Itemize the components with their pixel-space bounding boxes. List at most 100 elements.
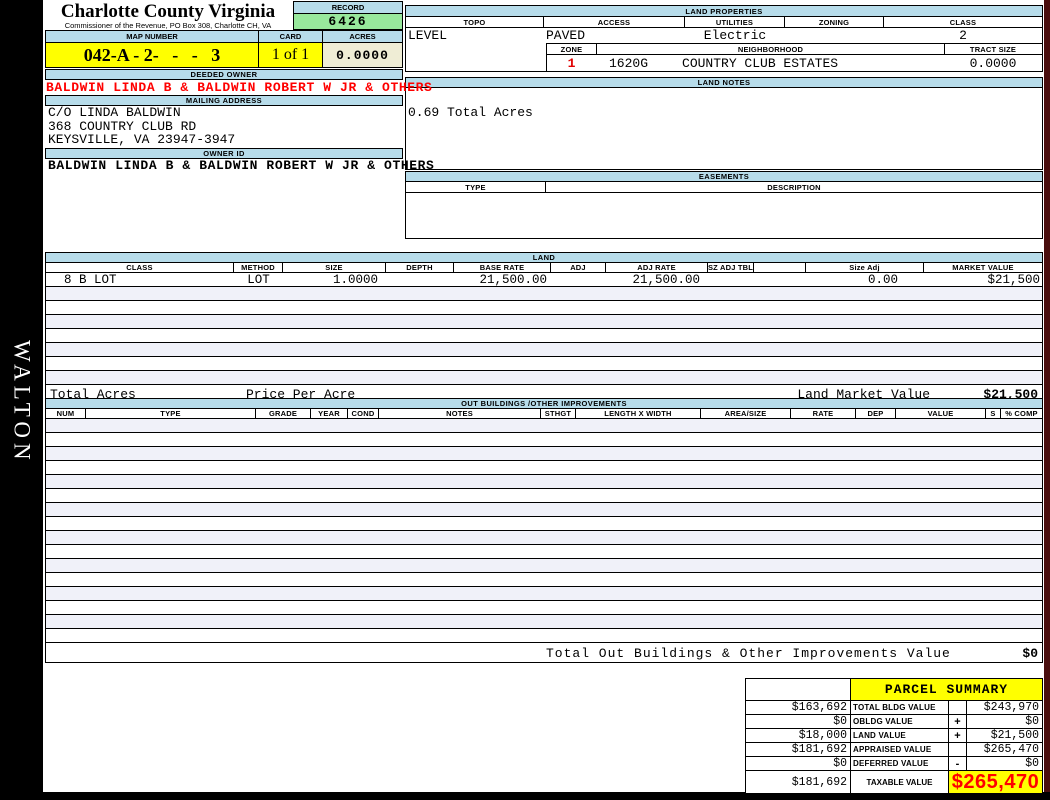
outb-col-notes: NOTES — [379, 409, 541, 418]
land-method-value: LOT — [247, 273, 270, 287]
label-appraised: APPRAISED VALUE — [851, 743, 949, 757]
outb-col-rate: RATE — [791, 409, 856, 418]
summary-row-total-bldg: $163,692 TOTAL BLDG VALUE $243,970 — [746, 701, 1042, 715]
value-total-bldg: $243,970 — [967, 701, 1042, 715]
land-section: LAND CLASS METHOD SIZE DEPTH BASE RATE A… — [45, 252, 1043, 404]
land-col-sz-adj-tbl: SZ ADJ TBL — [708, 263, 754, 272]
land-col-method: METHOD — [234, 263, 283, 272]
land-notes-section: LAND NOTES 0.69 Total Acres — [405, 77, 1043, 170]
label-deferred: DEFERRED VALUE — [851, 757, 949, 771]
land-col-size: SIZE — [283, 263, 386, 272]
col-class: CLASS — [949, 17, 977, 27]
owner-id-value: BALDWIN LINDA B & BALDWIN ROBERT W JR & … — [48, 158, 435, 173]
col-topo: TOPO — [406, 17, 544, 27]
outb-empty-rows — [46, 419, 1042, 643]
class-value: 2 — [959, 28, 967, 43]
empty-row — [46, 343, 1042, 357]
land-col-adj: ADJ — [551, 263, 606, 272]
prior-appraised: $181,692 — [746, 743, 851, 757]
outb-col-cond: COND — [348, 409, 379, 418]
outb-col-length-width: LENGTH X WIDTH — [576, 409, 701, 418]
land-col-market-value: MARKET VALUE — [952, 263, 1014, 272]
mailing-address-value: C/O LINDA BALDWIN 368 COUNTRY CLUB RD KE… — [48, 106, 235, 147]
easements-empty-box — [405, 193, 1043, 239]
land-notes-box: 0.69 Total Acres — [405, 88, 1043, 170]
empty-row — [46, 601, 1042, 615]
col-access: ACCESS — [544, 17, 685, 27]
outb-col-dep: DEP — [856, 409, 896, 418]
empty-row — [46, 433, 1042, 447]
zone-value: 1 — [567, 55, 576, 71]
outb-total-label: Total Out Buildings & Other Improvements… — [546, 646, 951, 661]
value-appraised: $265,470 — [967, 743, 1042, 757]
tract-size-label: TRACT SIZE — [969, 44, 1017, 54]
address-line-1: C/O LINDA BALDWIN — [48, 105, 181, 120]
prior-land: $18,000 — [746, 729, 851, 743]
label-total-bldg: TOTAL BLDG VALUE — [851, 701, 949, 715]
land-adj-value — [551, 273, 606, 287]
op-appraised — [949, 743, 967, 757]
empty-row — [46, 503, 1042, 517]
record-box: RECORD 6426 — [293, 1, 403, 30]
land-size-adj-value: 0.00 — [867, 273, 898, 287]
label-land: LAND VALUE — [851, 729, 949, 743]
commissioner-line: Commissioner of the Revenue, PO Box 308,… — [64, 21, 272, 30]
empty-row — [46, 531, 1042, 545]
acres-label: ACRES — [323, 31, 402, 43]
neighborhood-label: NEIGHBORHOOD — [597, 44, 945, 54]
empty-row — [46, 419, 1042, 433]
deeded-owner-header: DEEDED OWNER — [45, 69, 403, 80]
county-title: Charlotte County Virginia — [60, 1, 276, 22]
map-number-value: 042-A - 2- - - 3 — [46, 43, 259, 67]
empty-row — [46, 629, 1042, 643]
land-market-value: $21,500 — [987, 273, 1040, 287]
outb-col-sthgt: STHGT — [541, 409, 576, 418]
summary-row-appraised: $181,692 APPRAISED VALUE $265,470 — [746, 743, 1042, 757]
op-deferred: - — [949, 757, 967, 771]
utilities-value: Electric — [703, 28, 767, 43]
address-line-3: KEYSVILLE, VA 23947-3947 — [48, 132, 236, 147]
easement-type-label: TYPE — [406, 182, 546, 192]
label-taxable: TAXABLE VALUE — [851, 771, 949, 793]
map-number-label: MAP NUMBER — [46, 31, 259, 43]
summary-row-deferred: $0 DEFERRED VALUE - $0 — [746, 757, 1042, 771]
land-col-base-rate: BASE RATE — [454, 263, 551, 272]
vertical-watermark-walton: WALTON — [9, 340, 35, 465]
out-buildings-section: OUT BUILDINGS /OTHER IMPROVEMENTS NUM TY… — [45, 398, 1043, 663]
land-empty-rows — [46, 287, 1042, 385]
county-header: Charlotte County Virginia Commissioner o… — [45, 1, 291, 30]
map-number-table: MAP NUMBER CARD ACRES 042-A - 2- - - 3 1… — [45, 30, 403, 68]
zoning-value — [785, 28, 884, 43]
summary-blank-cell — [746, 679, 851, 701]
topo-value: LEVEL — [408, 28, 448, 43]
land-notes-text: 0.69 Total Acres — [408, 105, 533, 120]
land-class-value: 8 B LOT — [64, 273, 117, 287]
prior-total-bldg: $163,692 — [746, 701, 851, 715]
zone-neighborhood-table: ZONE NEIGHBORHOOD TRACT SIZE 1 1620G COU… — [546, 43, 1042, 71]
empty-row — [46, 315, 1042, 329]
op-land: + — [949, 729, 967, 743]
land-col-size-adj: Size Adj — [806, 263, 924, 272]
empty-row — [46, 357, 1042, 371]
tract-size-value: 0.0000 — [969, 55, 1017, 71]
land-col-blank — [754, 263, 806, 272]
parcel-summary-title: PARCEL SUMMARY — [851, 679, 1042, 701]
land-data-row: 8 B LOT LOT 1.0000 21,500.00 21,500.00 0… — [46, 273, 1042, 287]
parcel-summary: PARCEL SUMMARY $163,692 TOTAL BLDG VALUE… — [745, 678, 1043, 794]
empty-row — [46, 573, 1042, 587]
empty-row — [46, 615, 1042, 629]
value-taxable: $265,470 — [949, 771, 1042, 793]
col-utilities: UTILITIES — [685, 17, 785, 27]
neighborhood-value: 1620G COUNTRY CLUB ESTATES — [597, 55, 945, 71]
value-land: $21,500 — [967, 729, 1042, 743]
land-col-adj-rate: ADJ RATE — [606, 263, 708, 272]
outb-col-area-size: AREA/SIZE — [701, 409, 791, 418]
prior-deferred: $0 — [746, 757, 851, 771]
outb-col-type: TYPE — [86, 409, 256, 418]
label-obldg: OBLDG VALUE — [851, 715, 949, 729]
access-value: PAVED — [546, 28, 586, 43]
land-size-value: 1.0000 — [332, 273, 378, 287]
zone-label: ZONE — [547, 44, 597, 54]
card-value: 1 of 1 — [259, 43, 323, 67]
outb-totals-row: Total Out Buildings & Other Improvements… — [46, 643, 1042, 662]
